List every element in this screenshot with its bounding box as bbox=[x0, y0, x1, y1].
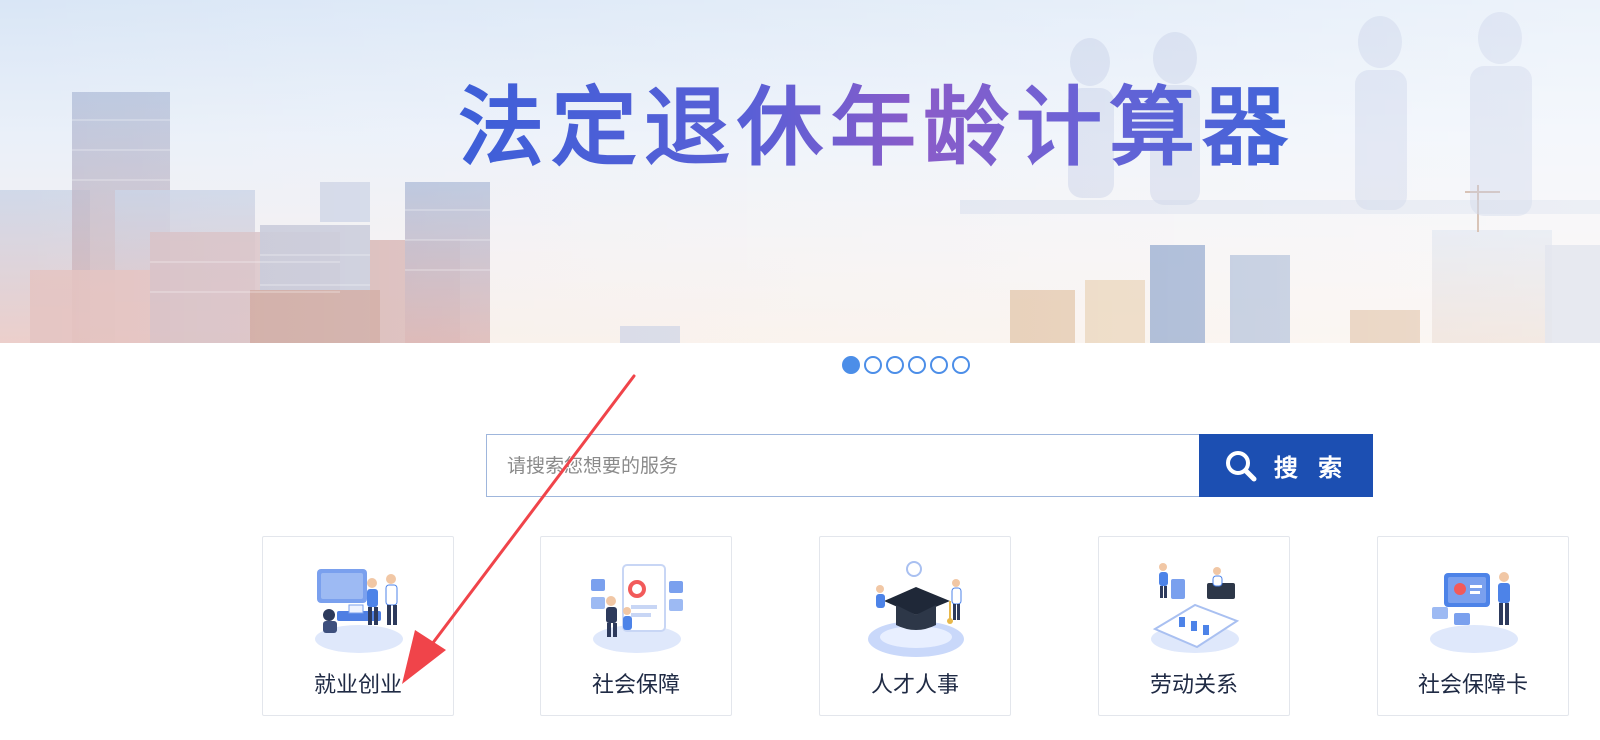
page: 法定退休年龄计算器 搜 索 bbox=[0, 0, 1600, 740]
carousel-dot-1[interactable] bbox=[842, 356, 860, 374]
service-card-employment[interactable]: 就业创业 bbox=[262, 536, 454, 716]
service-label: 劳动关系 bbox=[1149, 673, 1238, 698]
carousel-dot-2[interactable] bbox=[864, 356, 882, 374]
talent-illustration bbox=[868, 561, 964, 657]
service-label: 社会保障 bbox=[591, 673, 680, 698]
carousel-dot-4[interactable] bbox=[908, 356, 926, 374]
search-input[interactable] bbox=[486, 434, 1199, 497]
employment-illustration bbox=[315, 569, 403, 653]
carousel-indicator bbox=[842, 356, 970, 374]
social-security-card-illustration bbox=[1430, 572, 1518, 653]
service-card-talent[interactable]: 人才人事 bbox=[819, 536, 1011, 716]
search-icon bbox=[1225, 450, 1257, 481]
service-label: 人才人事 bbox=[870, 673, 959, 698]
service-card-social-security[interactable]: 社会保障 bbox=[540, 536, 732, 716]
service-label: 就业创业 bbox=[313, 673, 402, 698]
carousel-dot-6[interactable] bbox=[952, 356, 970, 374]
carousel-dot-3[interactable] bbox=[886, 356, 904, 374]
search-button-label: 搜 索 bbox=[1273, 454, 1349, 482]
social-security-illustration bbox=[591, 564, 683, 653]
hero-banner[interactable]: 法定退休年龄计算器 bbox=[0, 0, 1600, 343]
labor-relations-illustration bbox=[1151, 563, 1240, 653]
banner-title: 法定退休年龄计算器 bbox=[458, 72, 1295, 184]
service-label: 社会保障卡 bbox=[1417, 673, 1528, 698]
carousel-dot-5[interactable] bbox=[930, 356, 948, 374]
search-bar: 搜 索 bbox=[486, 434, 1373, 497]
service-card-labor-relations[interactable]: 劳动关系 bbox=[1098, 536, 1290, 716]
search-button[interactable]: 搜 索 bbox=[1199, 434, 1373, 497]
service-card-social-security-card[interactable]: 社会保障卡 bbox=[1377, 536, 1569, 716]
